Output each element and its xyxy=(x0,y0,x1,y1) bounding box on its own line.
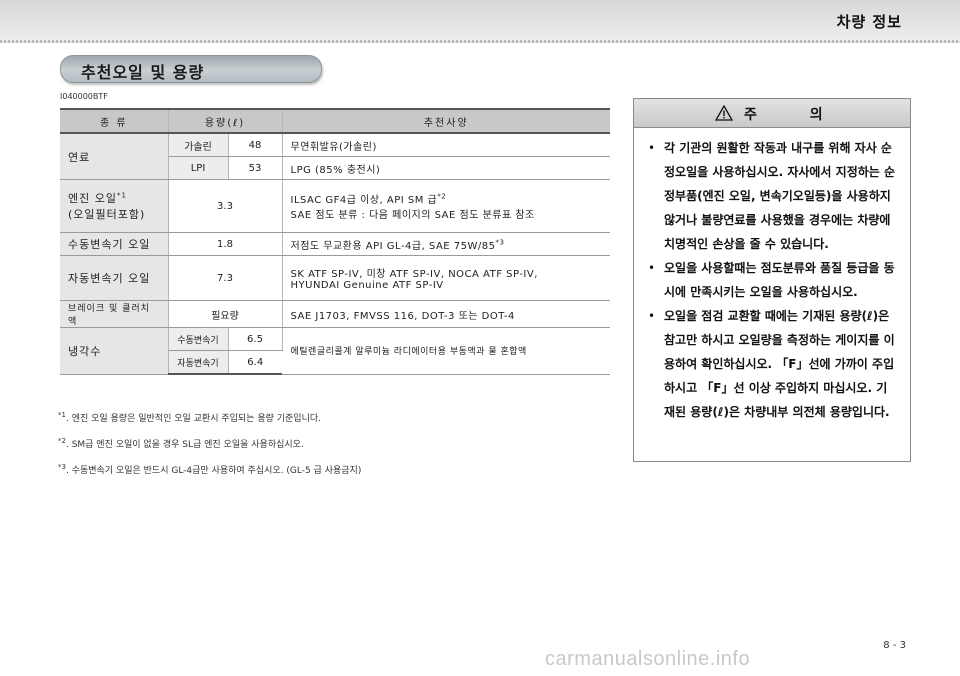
section-code: I040000BTF xyxy=(60,92,108,101)
coolant-manual-label: 수동변속기 xyxy=(168,327,229,351)
caution-item: 오일을 사용할때는 점도분류와 품질 등급을 동시에 만족시키는 오일을 사용하… xyxy=(648,256,898,304)
table-row: 연료 가솔린 48 무연휘발유(가솔린) xyxy=(60,133,610,180)
engine-oil-spec-line2: SAE 점도 분류 : 다음 페이지의 SAE 점도 분류표 참조 xyxy=(290,210,535,221)
auto-trans-spec-line2: HYUNDAI Genuine ATF SP-IV xyxy=(290,280,444,291)
section-title-pill: 추천오일 및 용량 xyxy=(60,55,322,83)
caution-list: 각 기관의 원활한 작동과 내구를 위해 자사 순정오일을 사용하십시오. 자사… xyxy=(634,128,910,424)
row-name-coolant: 냉각수 xyxy=(60,327,169,375)
coolant-auto-value: 6.4 xyxy=(228,350,282,375)
caution-item: 오일을 점검 교환할 때에는 기재된 용량(ℓ)은 참고만 하시고 오일량을 측… xyxy=(648,304,898,424)
caution-title: 주 의 xyxy=(744,107,847,123)
fuel-gasoline-spec: 무연휘발유(가솔린) xyxy=(282,133,610,157)
engine-oil-name-line1: 엔진 오일 xyxy=(68,192,117,205)
table-row: 엔진 오일*1 (오일필터포함) 3.3 ILSAC GF4급 이상, API … xyxy=(60,179,610,233)
header-band xyxy=(0,0,960,40)
header-spec: 추천사양 xyxy=(282,108,610,134)
footnote-mark: *1 xyxy=(116,191,127,200)
row-name-engine-oil: 엔진 오일*1 (오일필터포함) xyxy=(60,179,169,233)
warning-triangle-icon xyxy=(715,105,733,121)
section-title: 추천오일 및 용량 xyxy=(81,63,205,82)
footnote-item: *1. 엔진 오일 용량은 일반적인 오일 교환시 주입되는 용량 기준입니다. xyxy=(58,404,618,430)
caution-header: 주 의 xyxy=(634,99,910,128)
caution-box: 주 의 각 기관의 원활한 작동과 내구를 위해 자사 순정오일을 사용하십시오… xyxy=(633,98,911,462)
engine-oil-name-line2: (오일필터포함) xyxy=(68,208,146,221)
row-name-brake: 브레이크 및 클러치 액 xyxy=(60,300,169,328)
footnote-mark: *1 xyxy=(58,411,66,419)
fuel-lpi-value: 53 xyxy=(228,156,283,180)
table-row: 수동변속기 오일 1.8 저점도 무교환용 API GL-4급, SAE 75W… xyxy=(60,232,610,256)
auto-trans-value: 7.3 xyxy=(168,255,283,301)
coolant-manual-value: 6.5 xyxy=(228,327,283,351)
footnote-text: . 엔진 오일 용량은 일반적인 오일 교환시 주입되는 용량 기준입니다. xyxy=(65,414,321,424)
footnote-text: . 수동변속기 오일은 반드시 GL-4급만 사용하여 주십시오. (GL-5 … xyxy=(65,466,362,476)
fuel-lpi-spec: LPG (85% 충전시) xyxy=(282,156,610,180)
engine-oil-spec-line1: ILSAC GF4급 이상, API SM 급 xyxy=(290,195,438,206)
fuel-gasoline-label: 가솔린 xyxy=(168,133,229,157)
engine-oil-value: 3.3 xyxy=(168,179,283,233)
row-name-manual-trans: 수동변속기 오일 xyxy=(60,232,169,256)
footnote-mark: *3 xyxy=(495,238,505,247)
manual-trans-spec-text: 저점도 무교환용 API GL-4급, SAE 75W/85 xyxy=(290,240,496,252)
table-row: 브레이크 및 클러치 액 필요량 SAE J1703, FMVSS 116, D… xyxy=(60,300,610,328)
footnote-mark: *2 xyxy=(437,192,447,201)
coolant-auto-label: 자동변속기 xyxy=(168,350,229,375)
header-divider xyxy=(0,40,960,43)
fuel-lpi-label: LPI xyxy=(168,156,229,180)
brake-spec: SAE J1703, FMVSS 116, DOT-3 또는 DOT-4 xyxy=(282,300,610,328)
table-row: 냉각수 수동변속기 6.5 에틸렌글리콜계 알루미늄 라디에이터용 부동액과 물… xyxy=(60,327,610,375)
header-capacity: 용량(ℓ) xyxy=(168,108,283,134)
row-name-fuel: 연료 xyxy=(60,133,169,180)
footnotes: *1. 엔진 오일 용량은 일반적인 오일 교환시 주입되는 용량 기준입니다.… xyxy=(58,404,618,482)
brake-value: 필요량 xyxy=(168,300,283,328)
table-row: 자동변속기 오일 7.3 SK ATF SP-IV, 미창 ATF SP-IV,… xyxy=(60,255,610,301)
fuel-gasoline-value: 48 xyxy=(228,133,283,157)
page-number: 8 - 3 xyxy=(883,640,906,651)
manual-trans-spec: 저점도 무교환용 API GL-4급, SAE 75W/85*3 xyxy=(282,232,610,256)
footnote-item: *3. 수동변속기 오일은 반드시 GL-4급만 사용하여 주십시오. (GL-… xyxy=(58,456,618,482)
table-header-row: 종 류 용량(ℓ) 추천사양 xyxy=(60,108,610,134)
footnote-mark: *2 xyxy=(58,437,66,445)
footnote-item: *2. SM급 엔진 오일이 없을 경우 SL급 엔진 오일을 사용하십시오. xyxy=(58,430,618,456)
oil-capacity-table: 종 류 용량(ℓ) 추천사양 연료 가솔린 48 무연휘발유(가솔린) LPI … xyxy=(60,108,610,375)
auto-trans-spec-line1: SK ATF SP-IV, 미창 ATF SP-IV, NOCA ATF SP-… xyxy=(290,269,538,280)
header-type: 종 류 xyxy=(60,108,169,134)
footnote-mark: *3 xyxy=(58,463,66,471)
engine-oil-spec: ILSAC GF4급 이상, API SM 급*2 SAE 점도 분류 : 다음… xyxy=(282,179,610,233)
watermark: carmanualsonline.info xyxy=(545,648,751,670)
auto-trans-spec: SK ATF SP-IV, 미창 ATF SP-IV, NOCA ATF SP-… xyxy=(282,255,610,301)
footnote-text: . SM급 엔진 오일이 없을 경우 SL급 엔진 오일을 사용하십시오. xyxy=(65,440,304,450)
row-name-auto-trans: 자동변속기 오일 xyxy=(60,255,169,301)
caution-item: 각 기관의 원활한 작동과 내구를 위해 자사 순정오일을 사용하십시오. 자사… xyxy=(648,136,898,256)
coolant-spec: 에틸렌글리콜계 알루미늄 라디에이터용 부동액과 물 혼합액 xyxy=(282,327,610,375)
manual-trans-value: 1.8 xyxy=(168,232,283,256)
chapter-title: 차량 정보 xyxy=(836,13,902,31)
